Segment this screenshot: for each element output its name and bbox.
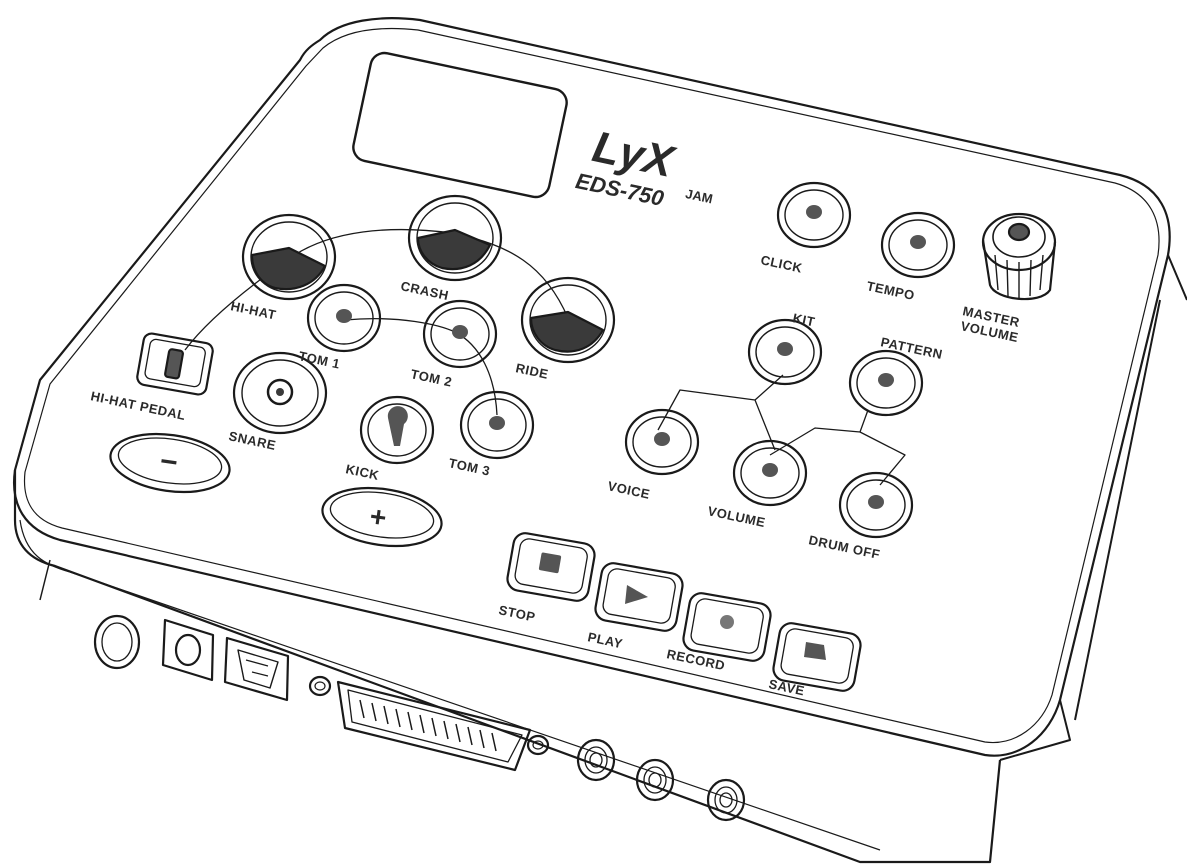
audio-jack-3 <box>706 778 746 822</box>
audio-jack-2 <box>635 758 675 802</box>
drum-module-illustration: LyX JAM EDS-750 CRASH HI-HAT TOM 1 TOM 2… <box>13 17 1187 864</box>
dc-power-jack <box>161 618 215 682</box>
power-switch[interactable] <box>93 614 141 670</box>
